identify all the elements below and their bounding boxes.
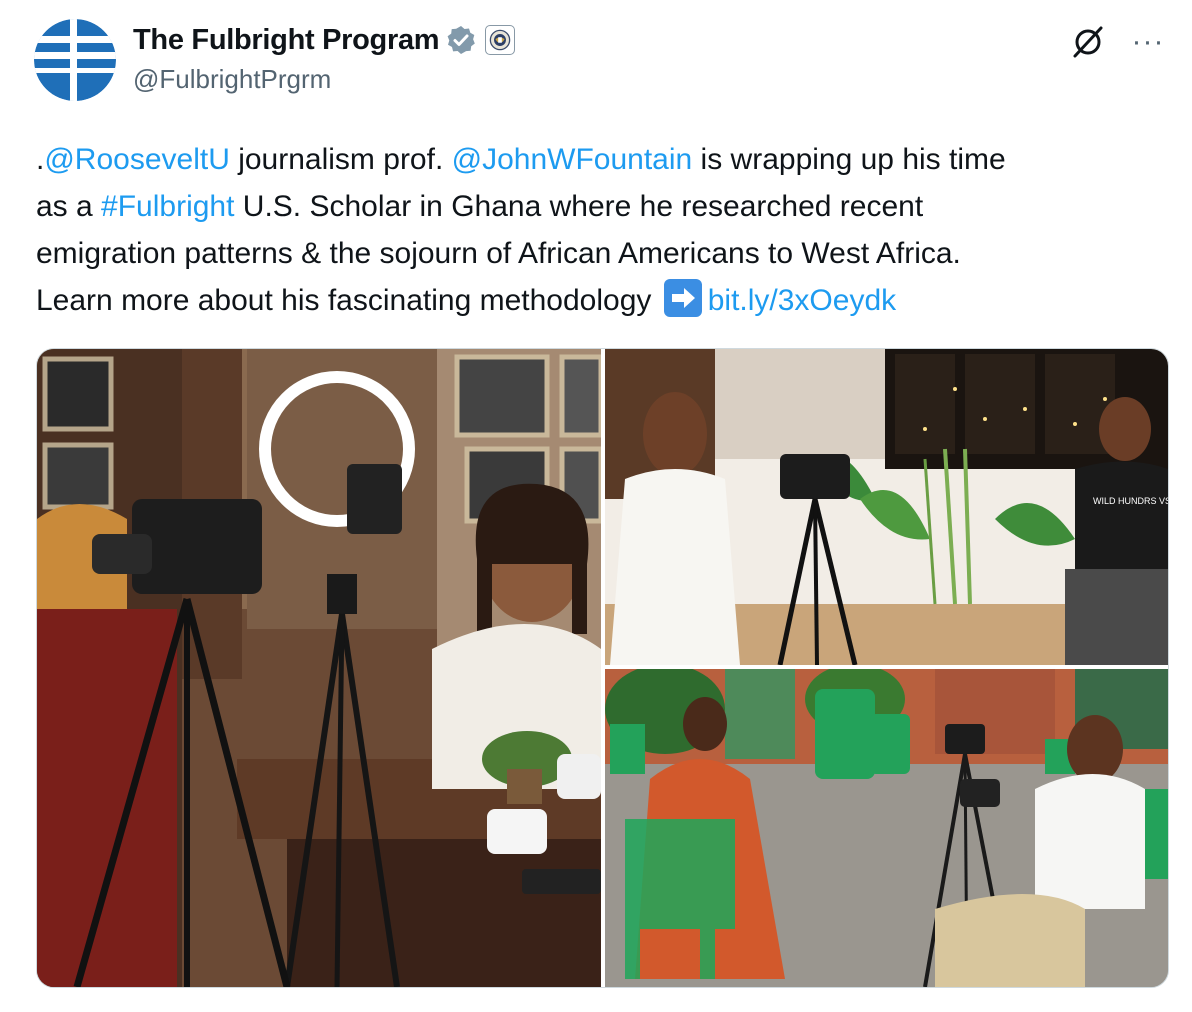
tweet-line-1: .@RooseveltU journalism prof. @JohnWFoun… [36, 136, 1166, 183]
text-segment: journalism prof. [229, 143, 452, 176]
right-arrow-emoji-icon [663, 279, 702, 317]
grok-icon[interactable] [1069, 23, 1107, 61]
account-name[interactable]: The Fulbright Program [133, 24, 440, 57]
tweet-text: .@RooseveltU journalism prof. @JohnWFoun… [36, 136, 1166, 324]
photo-courtyard-interview[interactable] [605, 669, 1168, 987]
text-segment: Learn more about his fascinating methodo… [36, 284, 660, 317]
account-avatar[interactable] [34, 19, 116, 101]
text-segment: is wrapping up his time [692, 143, 1006, 176]
mention-johnwfountain-link[interactable]: @JohnWFountain [452, 143, 693, 176]
mention-rooseveltu-link[interactable]: @RooseveltU [44, 143, 230, 176]
text-segment: as a [36, 190, 102, 223]
shortened-url-link[interactable]: bit.ly/3xOeydk [708, 284, 896, 317]
media-grid: WILD HUNDRS VS EVERYBODY [36, 348, 1169, 988]
verified-badge-icon[interactable] [445, 24, 477, 56]
text-segment: U.S. Scholar in Ghana where he researche… [234, 190, 924, 223]
tweet-line-3: emigration patterns & the sojourn of Afr… [36, 237, 961, 270]
shirt-print-text: WILD HUNDRS VS EVERYBODY [1093, 496, 1168, 506]
tweet-line-4: Learn more about his fascinating methodo… [36, 277, 1166, 324]
government-seal-icon[interactable] [485, 25, 516, 55]
photo-ring-light-interview[interactable] [37, 349, 601, 987]
account-name-row[interactable]: The Fulbright Program [133, 22, 516, 58]
tweet-line-2: as a #Fulbright U.S. Scholar in Ghana wh… [36, 183, 1166, 230]
fulbright-logo-icon [34, 19, 116, 101]
more-options-button[interactable]: ··· [1128, 22, 1168, 62]
account-handle[interactable]: @FulbrightPrgrm [133, 64, 331, 95]
photo-bamboo-mural-interview[interactable]: WILD HUNDRS VS EVERYBODY [605, 349, 1168, 665]
hashtag-fulbright-link[interactable]: #Fulbright [101, 190, 234, 223]
